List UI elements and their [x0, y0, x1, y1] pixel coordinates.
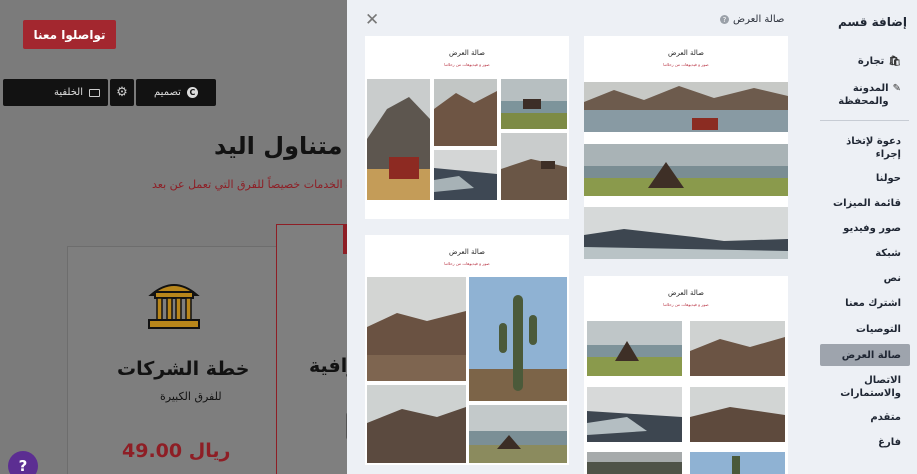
close-icon[interactable]: ✕	[365, 12, 379, 29]
photo-mountain-hut	[367, 277, 466, 381]
gallery-title: ? صالة العرض	[720, 14, 784, 25]
sidebar-item-subscribe[interactable]: اشترك معنا	[845, 297, 901, 310]
sidebar-item-grid[interactable]: شبكة	[875, 247, 901, 260]
photo-mountain-tall	[367, 79, 430, 200]
template-subtitle: صور و فيديوهات من رحلاتنا	[663, 62, 709, 67]
photo-misty-hills	[690, 387, 785, 442]
sidebar-item-blog[interactable]: ✎ المدونة والمحفظة	[831, 82, 901, 108]
sidebar-item-features[interactable]: قائمة الميزات	[833, 197, 901, 210]
photo-coast	[587, 387, 682, 442]
photo-valley	[434, 79, 497, 146]
photo-hut-meadow	[584, 144, 788, 196]
bank-icon	[145, 281, 203, 331]
sidebar-item-text[interactable]: نص	[884, 272, 901, 285]
plan-card-partial	[276, 224, 356, 474]
template-title: صالة العرض	[449, 49, 485, 57]
template-subtitle: صور و فيديوهات من رحلاتنا	[663, 302, 709, 307]
template-subtitle: صور و فيديوهات من رحلاتنا	[444, 261, 490, 266]
background-button[interactable]: الخلفية	[3, 79, 108, 106]
photo-hillside	[501, 133, 567, 200]
photo-lake-hut	[501, 79, 567, 129]
design-badge: C	[186, 87, 198, 98]
sidebar-item-media[interactable]: صور وفيديو	[843, 222, 901, 235]
photo-mountains	[690, 321, 785, 376]
gallery-template-3[interactable]: صالة العرض صور و فيديوهات من رحلاتنا	[365, 235, 569, 465]
sidebar-item-gallery[interactable]: صالة العرض	[842, 349, 901, 362]
template-title: صالة العرض	[668, 289, 704, 297]
photo-cactus-small	[690, 452, 785, 474]
background-label: الخلفية	[53, 87, 83, 98]
bag-icon: 🛍	[888, 56, 901, 67]
sidebar-item-cta[interactable]: دعوة لإتخاذ إجراء	[831, 135, 901, 161]
photo-coastline	[434, 150, 497, 200]
design-label: تصميم	[154, 87, 181, 98]
sidebar-item-label: المدونة والمحفظة	[838, 83, 889, 107]
add-section-panel: ✕ ? صالة العرض صالة العرض صور و فيديوهات…	[347, 0, 917, 474]
gallery-template-2[interactable]: صالة العرض صور و فيديوهات من رحلاتنا	[365, 36, 569, 219]
plan-subtitle: للفرق الكبيرة	[160, 390, 222, 403]
photo-mountain-lake	[584, 82, 788, 132]
settings-button[interactable]: ⚙	[110, 79, 134, 106]
sidebar-title: إضافة قسم	[837, 15, 907, 29]
plan-price: 49.00 ريال	[122, 440, 231, 462]
photo-dry-hills	[367, 385, 466, 463]
template-title: صالة العرض	[668, 49, 704, 57]
gallery-template-4[interactable]: صالة العرض صور و فيديوهات من رحلاتنا	[584, 276, 788, 474]
sidebar-item-empty[interactable]: فارغ	[878, 436, 901, 449]
plan-name: خطة الشركات	[117, 358, 250, 380]
photo-foggy-coast	[584, 207, 788, 259]
image-icon	[89, 88, 100, 97]
sidebar-divider	[820, 120, 909, 121]
sidebar-item-commerce[interactable]: 🛍 تجارة	[858, 55, 901, 68]
page-subheading: هذه الخدمات خصيصاً للفرق التي تعمل عن بع…	[152, 178, 367, 191]
gallery-template-1[interactable]: صالة العرض صور و فيديوهات من رحلاتنا	[584, 36, 788, 259]
help-icon[interactable]: ?	[720, 15, 729, 24]
edit-icon: ✎	[892, 83, 901, 94]
sidebar-item-testimonials[interactable]: التوصيات	[856, 323, 901, 336]
help-button[interactable]: ?	[8, 451, 38, 474]
sidebar-item-contact[interactable]: الاتصال والاستمارات	[831, 374, 901, 400]
template-title: صالة العرض	[449, 248, 485, 256]
photo-hut-grass	[587, 321, 682, 376]
section-sidebar: إضافة قسم 🛍 تجارة ✎ المدونة والمحفظة دعو…	[812, 0, 917, 474]
photo-lake-cabin	[469, 405, 567, 463]
sidebar-item-about[interactable]: حولنا	[876, 172, 901, 185]
section-toolbar: الخلفية ⚙ تصميم C	[3, 79, 216, 106]
sidebar-item-advanced[interactable]: متقدم	[870, 411, 901, 424]
sidebar-item-label: تجارة	[857, 56, 885, 67]
gallery-title-text: صالة العرض	[733, 14, 785, 25]
photo-forest	[587, 452, 682, 474]
contact-us-button[interactable]: تواصلوا معنا	[23, 20, 116, 49]
gear-icon: ⚙	[116, 85, 128, 100]
template-subtitle: صور و فيديوهات من رحلاتنا	[444, 62, 490, 67]
design-button[interactable]: تصميم C	[136, 79, 216, 106]
photo-cactus	[469, 277, 567, 401]
